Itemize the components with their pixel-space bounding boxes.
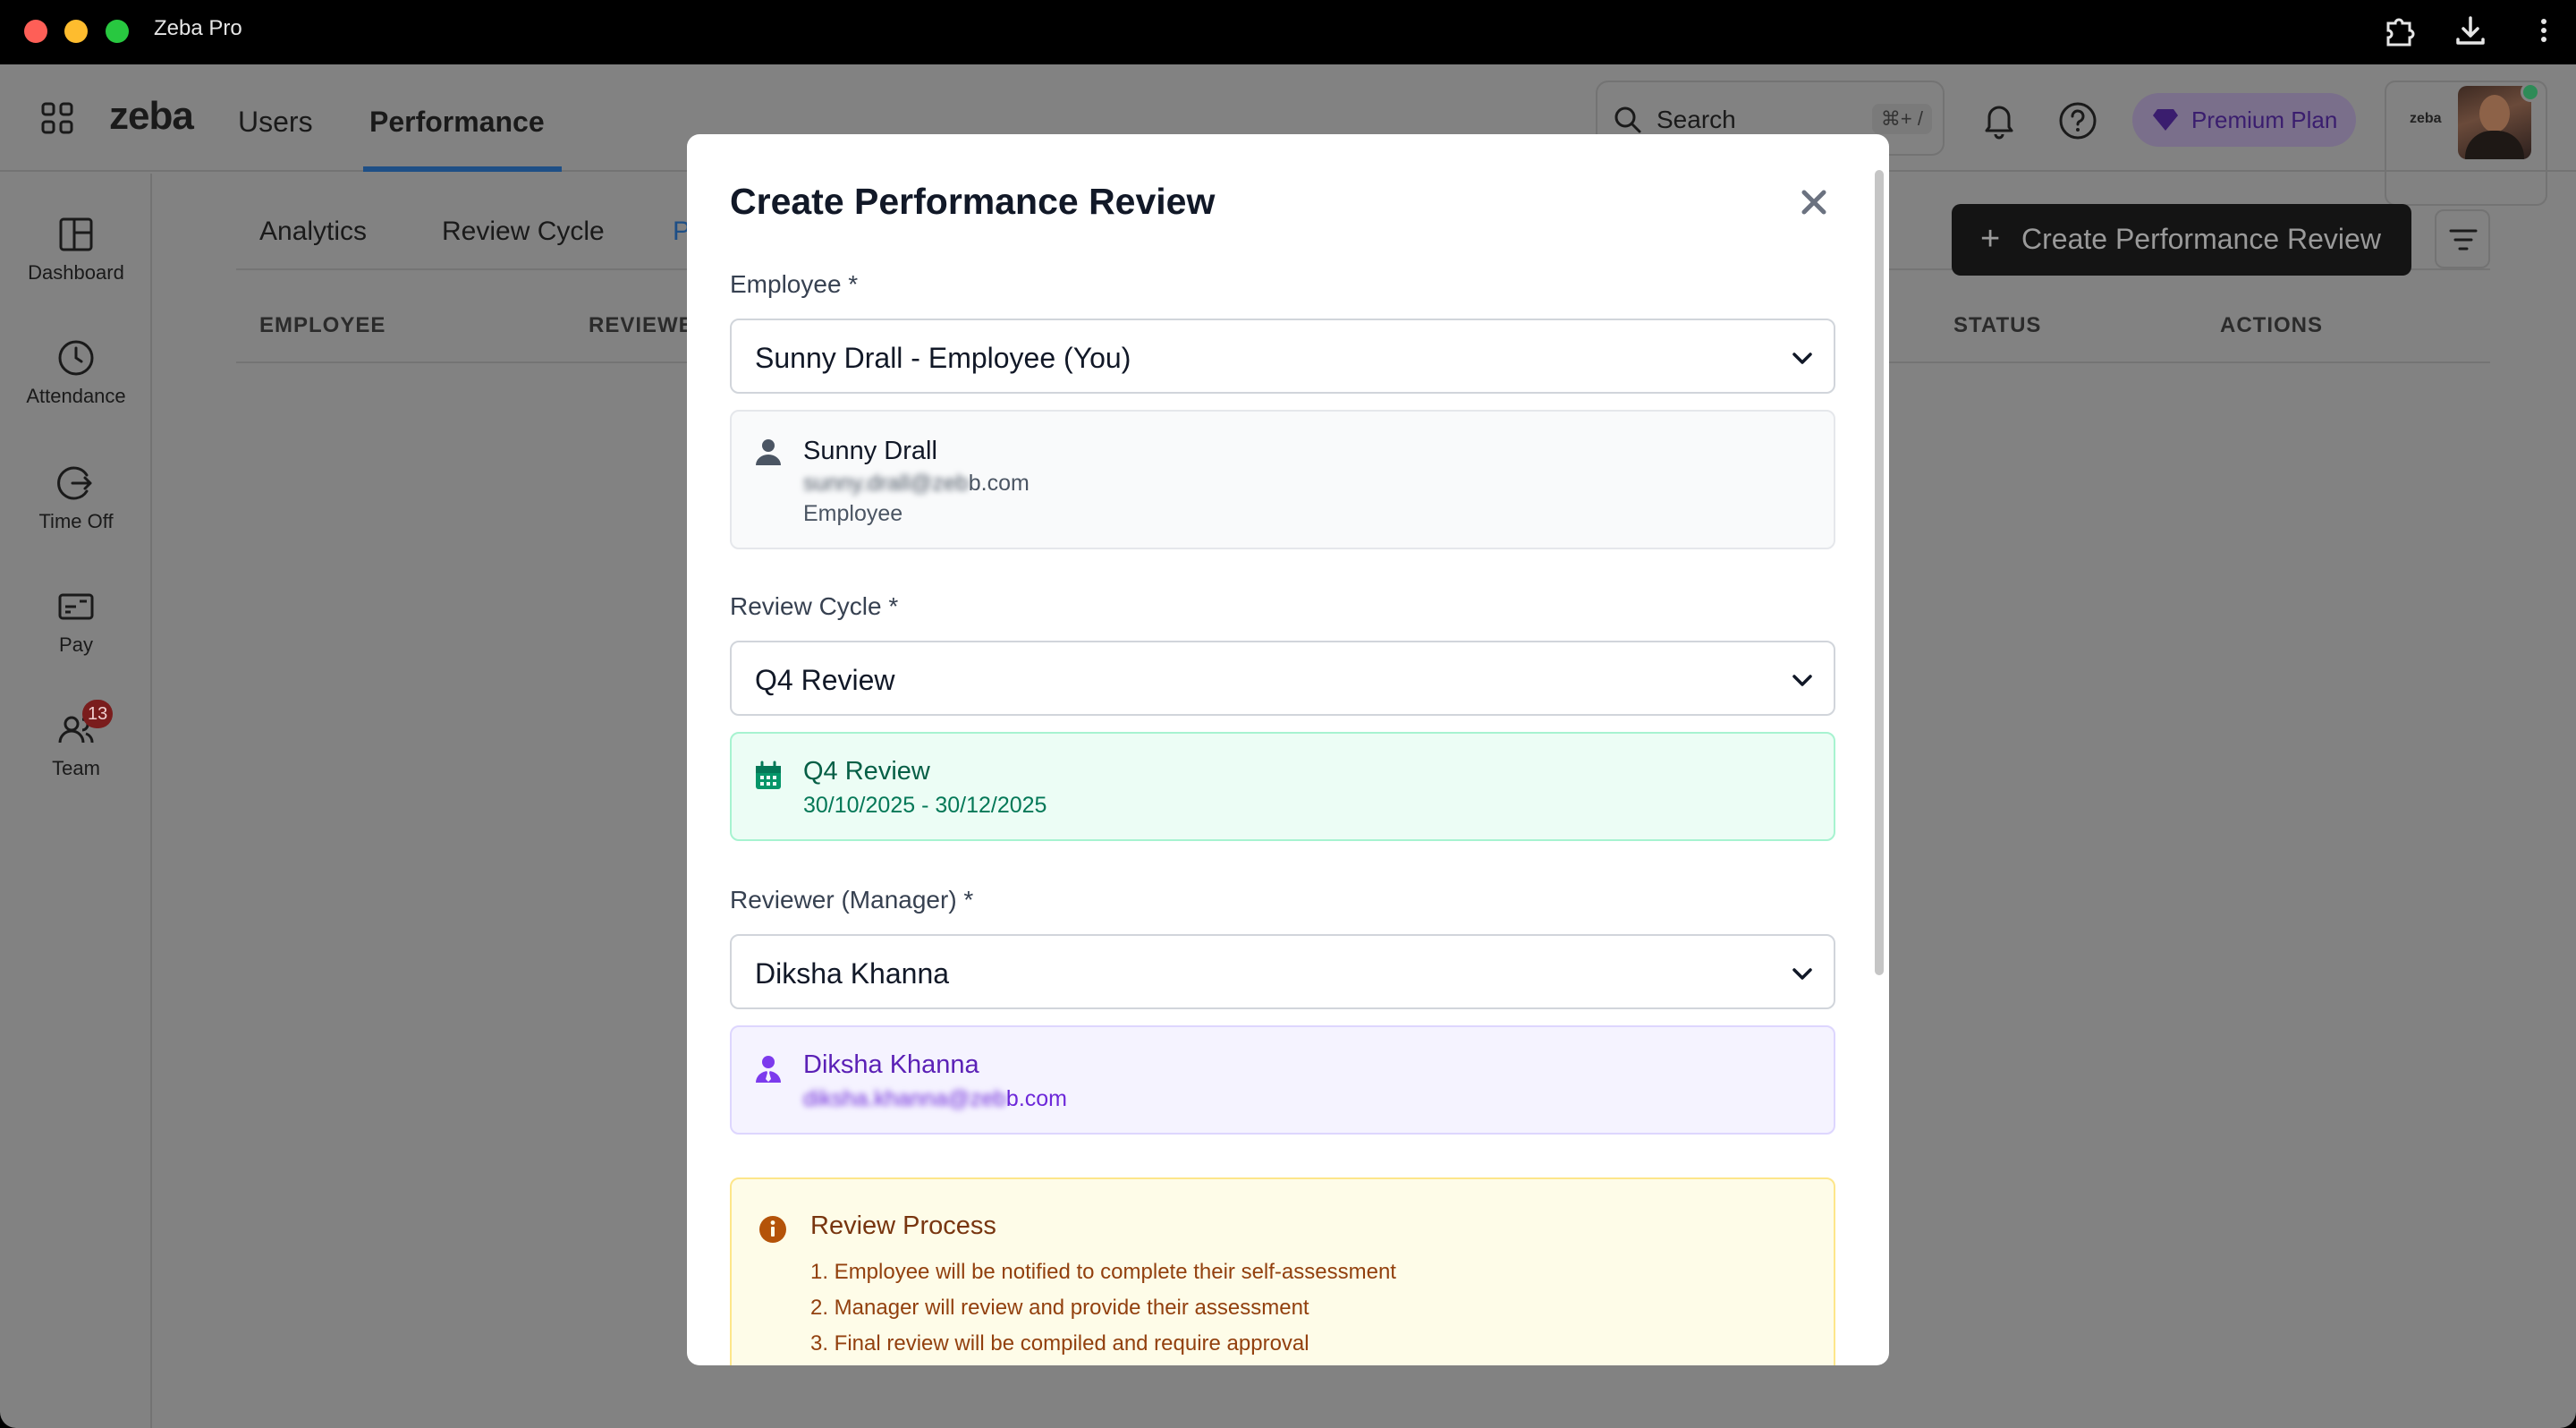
- card-icon: [58, 593, 94, 620]
- employee-email: sunny.drall@zebb.com: [803, 471, 1030, 496]
- review-cycle-select[interactable]: Q4 Review: [730, 641, 1835, 716]
- sidebar-item-time-off[interactable]: Time Off: [0, 463, 152, 533]
- employee-label: Employee *: [730, 270, 859, 298]
- modal-scrollbar[interactable]: [1875, 170, 1884, 975]
- info-icon: [759, 1216, 786, 1243]
- calendar-icon: [756, 761, 781, 789]
- filter-button[interactable]: [2435, 209, 2490, 268]
- download-icon[interactable]: [2453, 13, 2488, 48]
- sidebar-item-label: Time Off: [38, 510, 114, 532]
- review-process-step: 2. Manager will review and provide their…: [810, 1296, 1309, 1320]
- sidebar: Dashboard Attendance Time Off Pay Team 1…: [0, 174, 152, 1428]
- company-logo: zeba: [2410, 111, 2442, 126]
- review-process-step: 3. Final review will be compiled and req…: [810, 1331, 1309, 1356]
- filter-icon: [2449, 229, 2478, 251]
- review-cycle-name: Q4 Review: [803, 757, 930, 786]
- column-header-status: STATUS: [1953, 313, 2042, 337]
- create-performance-review-button[interactable]: + Create Performance Review: [1952, 204, 2411, 276]
- reviewer-label: Reviewer (Manager) *: [730, 886, 974, 914]
- reviewer-select-value: Diksha Khanna: [755, 957, 950, 990]
- tab-review-cycle[interactable]: Review Cycle: [442, 217, 605, 247]
- create-button-label: Create Performance Review: [2021, 223, 2381, 255]
- create-performance-review-modal: Create Performance Review Employee * Sun…: [687, 134, 1889, 1365]
- close-icon[interactable]: [1798, 186, 1830, 218]
- reviewer-select[interactable]: Diksha Khanna: [730, 934, 1835, 1009]
- extension-icon[interactable]: [2381, 13, 2417, 48]
- employee-name: Sunny Drall: [803, 437, 937, 465]
- avatar[interactable]: [2458, 86, 2531, 159]
- sidebar-item-attendance[interactable]: Attendance: [0, 338, 152, 408]
- title-bar: Zeba Pro: [0, 0, 2576, 64]
- search-label: Search: [1657, 106, 1736, 133]
- dashboard-icon: [59, 217, 93, 251]
- clock-icon: [58, 340, 94, 376]
- sidebar-item-label: Team: [52, 757, 100, 779]
- search-shortcut: ⌘+ /: [1871, 104, 1932, 134]
- column-header-actions: ACTIONS: [2220, 313, 2323, 337]
- plus-icon: +: [1980, 220, 2001, 258]
- more-vertical-icon[interactable]: [2526, 13, 2562, 48]
- employee-info-card: Sunny Drall sunny.drall@zebb.com Employe…: [730, 410, 1835, 549]
- review-cycle-select-value: Q4 Review: [755, 664, 895, 696]
- bell-icon[interactable]: [1980, 100, 2018, 140]
- review-cycle-dates: 30/10/2025 - 30/12/2025: [803, 793, 1047, 818]
- user-icon: [756, 439, 781, 465]
- column-header-employee: EMPLOYEE: [259, 313, 386, 337]
- zeba-logo[interactable]: zeba: [109, 94, 194, 139]
- minimize-window-button[interactable]: [64, 20, 88, 43]
- review-process-title: Review Process: [810, 1211, 996, 1240]
- close-window-button[interactable]: [24, 20, 47, 43]
- search-icon: [1614, 106, 1641, 133]
- chevron-down-icon: [1792, 353, 1812, 364]
- tab-analytics[interactable]: Analytics: [259, 217, 367, 247]
- reviewer-email: diksha.khanna@zebb.com: [803, 1086, 1068, 1111]
- sidebar-item-label: Dashboard: [28, 261, 124, 284]
- notification-badge: 13: [82, 700, 114, 728]
- time-off-icon: [57, 466, 92, 500]
- review-process-notice: Review Process 1. Employee will be notif…: [730, 1177, 1835, 1365]
- app-title: Zeba Pro: [154, 16, 242, 40]
- reviewer-name: Diksha Khanna: [803, 1050, 979, 1079]
- premium-plan-label: Premium Plan: [2191, 106, 2338, 133]
- sidebar-item-label: Pay: [59, 633, 93, 656]
- nav-tab-performance[interactable]: Performance: [369, 106, 545, 139]
- chevron-down-icon: [1792, 675, 1812, 686]
- employee-select-value: Sunny Drall - Employee (You): [755, 342, 1131, 374]
- app-grid-icon[interactable]: [41, 102, 73, 134]
- online-status-dot: [2521, 82, 2540, 102]
- premium-plan-button[interactable]: Premium Plan: [2132, 93, 2356, 147]
- modal-title: Create Performance Review: [730, 181, 1216, 222]
- zoom-window-button[interactable]: [106, 20, 129, 43]
- review-process-step: 1. Employee will be notified to complete…: [810, 1260, 1396, 1284]
- employee-select[interactable]: Sunny Drall - Employee (You): [730, 319, 1835, 394]
- user-tie-icon: [756, 1056, 781, 1083]
- sidebar-item-dashboard[interactable]: Dashboard: [0, 215, 152, 285]
- reviewer-info-card: Diksha Khanna diksha.khanna@zebb.com: [730, 1025, 1835, 1135]
- nav-tab-users[interactable]: Users: [238, 106, 313, 139]
- diamond-icon: [2153, 109, 2178, 131]
- chevron-down-icon: [1792, 968, 1812, 980]
- sidebar-item-team[interactable]: Team 13: [0, 700, 152, 780]
- review-cycle-label: Review Cycle *: [730, 592, 899, 620]
- review-cycle-info-card: Q4 Review 30/10/2025 - 30/12/2025: [730, 732, 1835, 841]
- sidebar-item-pay[interactable]: Pay: [0, 587, 152, 657]
- employee-role: Employee: [803, 501, 903, 526]
- help-icon[interactable]: [2057, 100, 2098, 141]
- column-header-reviewer: REVIEWE: [589, 313, 694, 337]
- sidebar-item-label: Attendance: [26, 385, 126, 407]
